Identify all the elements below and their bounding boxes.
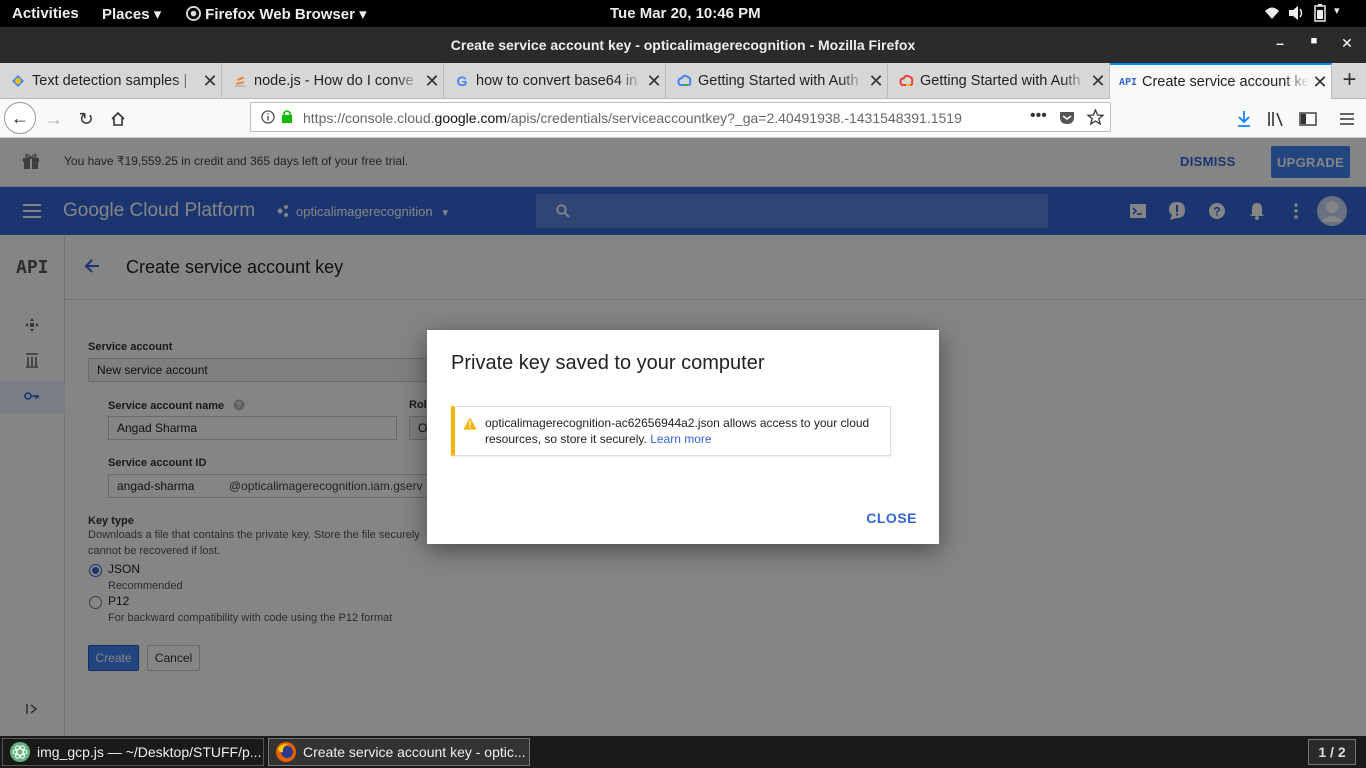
firefox-app-icon (186, 6, 201, 21)
warning-text: opticalimagerecognition-ac62656944a2.jso… (485, 416, 870, 446)
reload-button[interactable]: ↻ (72, 105, 100, 133)
maximize-button[interactable]: ■ (1304, 35, 1324, 55)
tab-label: Getting Started with Auth (698, 73, 859, 89)
places-label: Places (102, 6, 150, 23)
url-bar[interactable]: https://console.cloud.google.com/apis/cr… (250, 102, 1111, 132)
taskbar-item-editor[interactable]: img_gcp.js — ~/Desktop/STUFF/p... (2, 738, 264, 766)
warning-notice: opticalimagerecognition-ac62656944a2.jso… (451, 406, 891, 456)
system-menu-arrow-icon: ▾ (1334, 5, 1340, 17)
forward-button[interactable]: → (40, 105, 68, 133)
tab-label: Text detection samples | (32, 73, 188, 89)
app-menu[interactable]: Firefox Web Browser ▾ (186, 5, 367, 23)
tab-text-detection[interactable]: Text detection samples | ✕ (0, 63, 222, 99)
atom-editor-icon (10, 742, 30, 762)
home-button[interactable] (104, 105, 132, 133)
tab-label: node.js - How do I conve (254, 73, 414, 89)
close-dialog-button[interactable]: CLOSE (866, 510, 917, 526)
taskbar-item-label: Create service account key - optic... (303, 744, 526, 760)
download-icon (1238, 111, 1250, 127)
firefox-icon (276, 742, 296, 762)
tab-getting-started-2[interactable]: Getting Started with Auth ✕ (888, 63, 1110, 99)
taskbar-item-firefox[interactable]: Create service account key - optic... (268, 738, 530, 766)
learn-more-link[interactable]: Learn more (650, 432, 711, 446)
back-button[interactable]: ← (4, 102, 36, 134)
tab-close-icon[interactable]: ✕ (643, 71, 665, 92)
gcp-icon (10, 73, 26, 89)
library-icon (1268, 112, 1283, 127)
hamburger-icon (1340, 113, 1354, 125)
warning-icon (463, 417, 477, 430)
page-viewport: You have ₹19,559.25 in credit and 365 da… (0, 138, 1366, 736)
tab-label: Create service account ke (1142, 74, 1309, 90)
volume-icon (1289, 6, 1303, 20)
tab-nodejs[interactable]: node.js - How do I conve ✕ (222, 63, 444, 99)
tab-close-icon[interactable]: ✕ (199, 71, 221, 92)
clock[interactable]: Tue Mar 20, 10:46 PM (610, 5, 761, 22)
tab-getting-started-1[interactable]: Getting Started with Auth ✕ (666, 63, 888, 99)
app-menu-label: Firefox Web Browser (205, 6, 355, 23)
sidebar-icon (1299, 112, 1317, 126)
taskbar-item-label: img_gcp.js — ~/Desktop/STUFF/p... (37, 744, 262, 760)
window-title: Create service account key - opticalimag… (450, 37, 916, 53)
gcp-icon (898, 73, 914, 89)
tab-close-icon[interactable]: ✕ (1309, 72, 1331, 93)
workspace-pager[interactable]: 1 / 2 (1308, 739, 1356, 765)
dialog-title: Private key saved to your computer (451, 352, 765, 374)
key-saved-dialog: Private key saved to your computer optic… (427, 330, 939, 544)
tab-close-icon[interactable]: ✕ (865, 71, 887, 92)
tab-create-service-account-key[interactable]: API Create service account ke ✕ (1110, 63, 1332, 99)
battery-icon (1314, 4, 1326, 22)
bookmark-star-icon[interactable] (1087, 109, 1104, 125)
close-window-button[interactable]: ✕ (1337, 35, 1357, 55)
new-tab-button[interactable]: + (1333, 63, 1366, 99)
bottom-taskbar: img_gcp.js — ~/Desktop/STUFF/p... Create… (0, 736, 1366, 768)
tab-base64[interactable]: G how to convert base64 in ✕ (444, 63, 666, 99)
tab-label: Getting Started with Auth (920, 73, 1081, 89)
tab-strip: Text detection samples | ✕ node.js - How… (0, 63, 1366, 99)
google-icon: G (456, 73, 468, 89)
info-icon[interactable] (261, 110, 275, 124)
system-tray[interactable]: ▾ (1264, 4, 1352, 22)
stackoverflow-icon (232, 73, 248, 89)
gcp-icon (676, 73, 692, 89)
page-actions-icon[interactable]: ••• (1030, 107, 1047, 125)
library-button[interactable] (1262, 105, 1290, 133)
menu-button[interactable] (1333, 105, 1361, 133)
tab-close-icon[interactable]: ✕ (421, 71, 443, 92)
home-icon (111, 111, 125, 126)
tab-label: how to convert base64 in (476, 73, 638, 89)
window-titlebar: Create service account key - opticalimag… (0, 27, 1366, 63)
wifi-icon (1265, 7, 1279, 19)
downloads-button[interactable] (1230, 105, 1258, 133)
places-menu[interactable]: Places ▾ (102, 5, 161, 23)
activities-button[interactable]: Activities (12, 5, 79, 22)
system-top-bar: Activities Places ▾ Firefox Web Browser … (0, 0, 1366, 27)
lock-icon[interactable] (281, 109, 293, 124)
url-text: https://console.cloud.google.com/apis/cr… (303, 110, 962, 126)
api-icon: API (1118, 76, 1138, 88)
navigation-toolbar: ← → ↻ https://console.cloud.google.com/a… (0, 99, 1366, 138)
tab-close-icon[interactable]: ✕ (1087, 71, 1109, 92)
minimize-button[interactable]: – (1270, 35, 1290, 55)
sidebar-button[interactable] (1294, 105, 1322, 133)
pocket-icon[interactable] (1059, 109, 1075, 125)
